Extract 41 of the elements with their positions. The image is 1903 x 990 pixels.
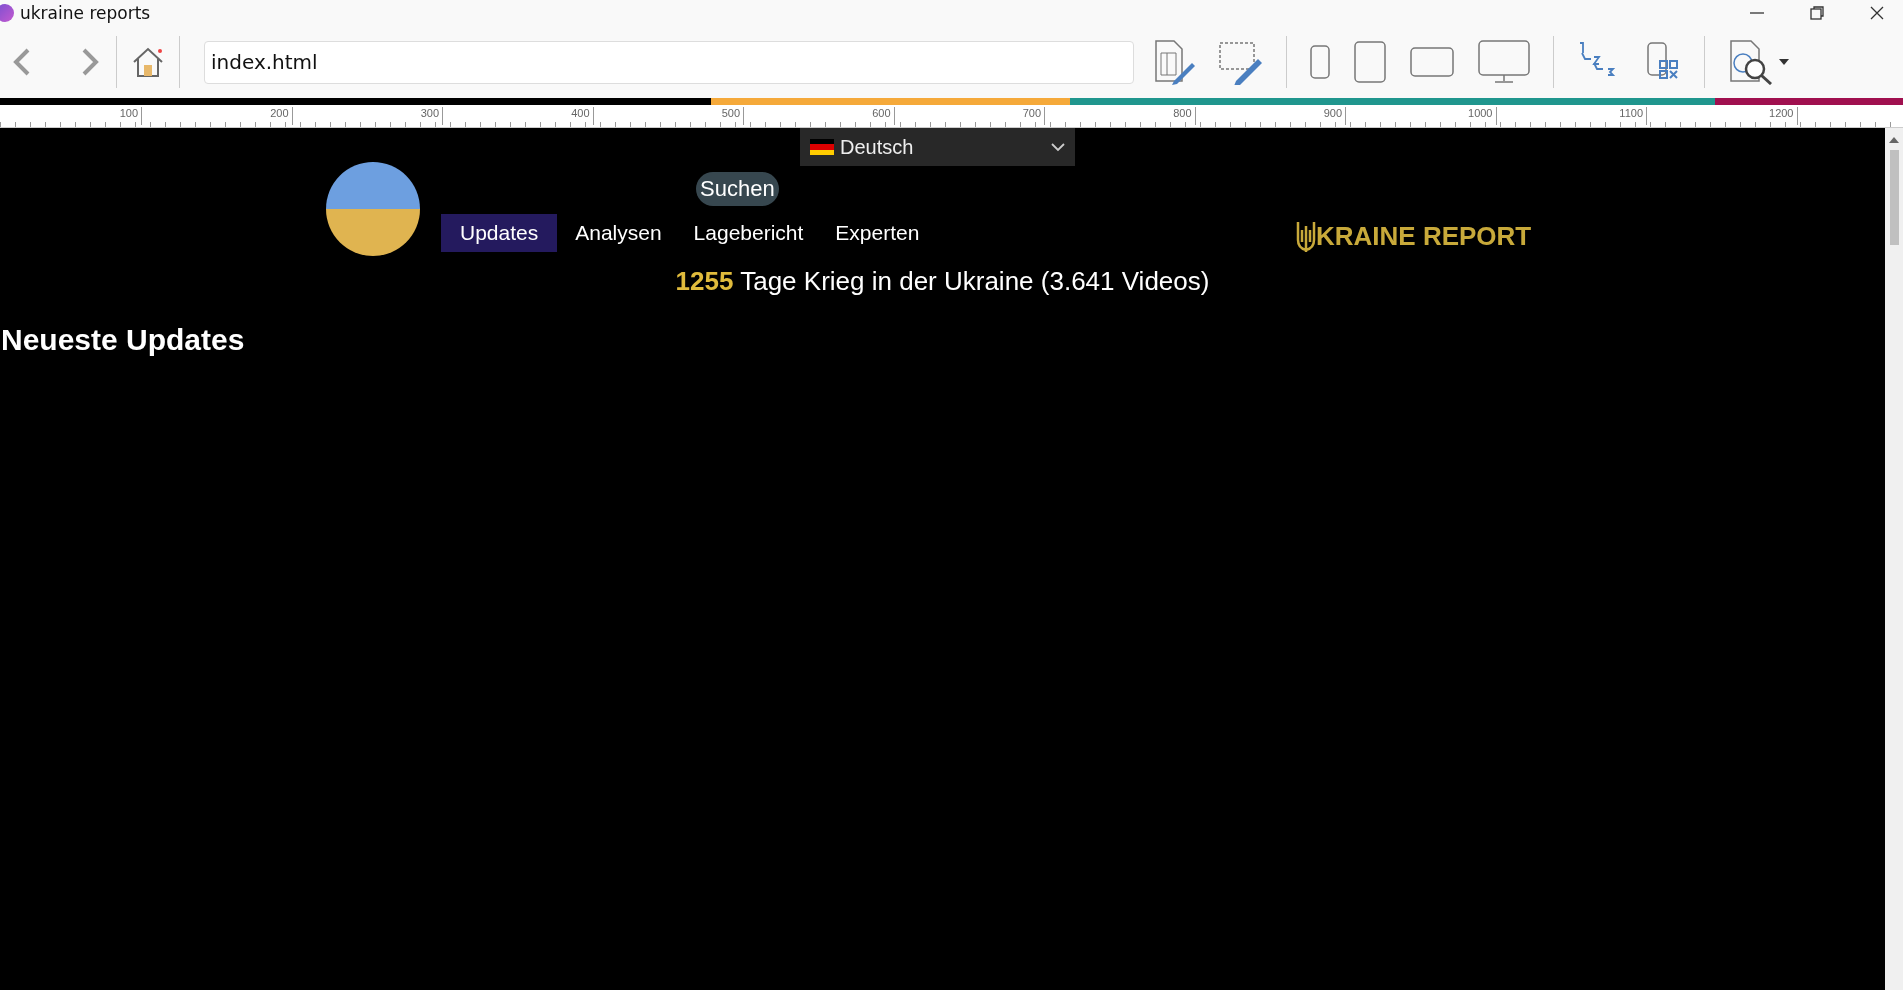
language-select[interactable]: Deutsch <box>800 128 1075 166</box>
tablet-landscape-icon[interactable] <box>1409 45 1455 79</box>
scroll-up-icon[interactable] <box>1889 136 1899 144</box>
ruler-label: 400 <box>571 107 594 125</box>
ruler-label: 200 <box>270 107 293 125</box>
ruler-label: 1000 <box>1468 107 1497 125</box>
flag-icon <box>810 139 834 155</box>
ruler-label: 1200 <box>1769 107 1798 125</box>
window-title: ukraine reports <box>20 3 151 23</box>
restore-icon[interactable] <box>1809 5 1825 21</box>
address-field[interactable]: index.html <box>204 40 1134 84</box>
select-edit-icon[interactable] <box>1218 39 1264 85</box>
section-title: Neueste Updates <box>1 323 246 357</box>
chevron-down-icon <box>1051 142 1065 152</box>
tablet-icon[interactable] <box>1353 39 1387 85</box>
ruler-label: 500 <box>721 107 744 125</box>
phone-icon[interactable] <box>1309 43 1331 81</box>
close-icon[interactable] <box>1869 5 1885 21</box>
ruler-label: 800 <box>1173 107 1196 125</box>
edit-page-icon[interactable] <box>1152 39 1196 85</box>
nav-tab[interactable]: Lagebericht <box>679 214 818 252</box>
ruler-label: 300 <box>420 107 443 125</box>
scrollbar-thumb[interactable] <box>1889 150 1899 245</box>
ruler-label: 700 <box>1022 107 1045 125</box>
ruler-label: 1100 <box>1619 107 1647 125</box>
nav-tab[interactable]: Experten <box>821 214 934 252</box>
nav-tab[interactable]: Updates <box>441 214 558 252</box>
ruler-label: 900 <box>1323 107 1346 125</box>
brand-logo-text[interactable]: KRAINE REPORT <box>1316 221 1532 252</box>
search-button[interactable]: Suchen <box>696 172 779 206</box>
monitor-icon[interactable] <box>1477 39 1531 85</box>
home-icon[interactable] <box>131 46 165 78</box>
web-search-icon[interactable] <box>1727 39 1775 85</box>
trident-icon <box>1296 219 1316 254</box>
app-logo-icon <box>0 4 14 22</box>
dropdown-caret-icon[interactable] <box>1779 59 1789 65</box>
headline: 1255 Tage Krieg in der Ukraine (3.641 Videos) <box>674 266 1211 297</box>
ruler-label: 100 <box>119 107 142 125</box>
nav-tab[interactable]: Analysen <box>561 214 676 252</box>
ruler-label: 600 <box>872 107 895 125</box>
scrollbar[interactable] <box>1885 128 1903 990</box>
